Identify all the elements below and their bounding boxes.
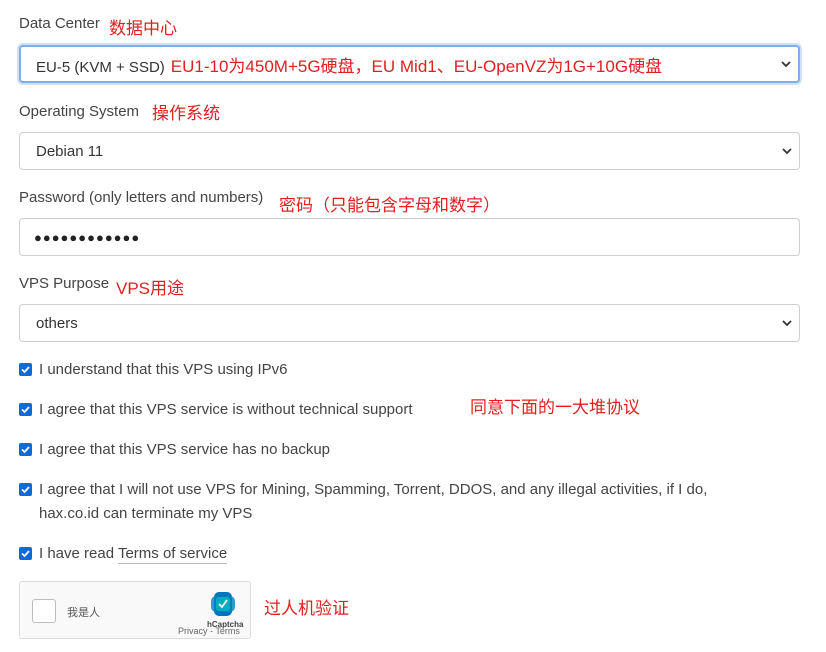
purpose-value: others: [36, 314, 78, 332]
check-icon: [21, 406, 30, 414]
ipv6-checkbox[interactable]: [19, 363, 32, 376]
data-center-label: Data Center: [19, 15, 100, 32]
terms-checkbox-label: I have read Terms of service: [39, 545, 228, 564]
captcha-note: 过人机验证: [264, 599, 349, 618]
data-center-selected-note: EU1-10为450M+5G硬盘，EU Mid1、EU-OpenVZ为1G+10…: [170, 56, 663, 76]
check-icon: [21, 366, 30, 374]
check-icon: [21, 446, 30, 454]
password-label: Password (only letters and numbers): [19, 189, 264, 206]
terms-of-service-link[interactable]: Terms of service: [117, 545, 228, 564]
password-field[interactable]: ●●●●●●●●●●●●: [19, 218, 800, 256]
purpose-label: VPS Purpose: [19, 275, 110, 292]
captcha-privacy-terms-links[interactable]: Privacy - Terms: [178, 626, 240, 636]
password-value: ●●●●●●●●●●●●: [34, 229, 141, 245]
purpose-select[interactable]: others: [19, 304, 800, 342]
no-backup-checkbox-label: I agree that this VPS service has no bac…: [39, 441, 330, 458]
purpose-note: VPS用途: [116, 279, 185, 298]
hcaptcha-logo-icon: [211, 592, 235, 616]
check-icon: [21, 486, 30, 494]
no-abuse-checkbox[interactable]: [19, 483, 32, 496]
no-abuse-checkbox-label-line2: hax.co.id can terminate my VPS: [39, 505, 253, 522]
no-abuse-checkbox-label-line1: I agree that I will not use VPS for Mini…: [39, 481, 708, 498]
os-value: Debian 11: [36, 142, 104, 160]
password-note: 密码（只能包含字母和数字）: [279, 196, 500, 215]
os-label: Operating System: [19, 103, 140, 120]
ipv6-checkbox-label: I understand that this VPS using IPv6: [39, 361, 288, 378]
check-icon: [21, 550, 30, 558]
terms-checkbox[interactable]: [19, 547, 32, 560]
captcha-checkbox[interactable]: [32, 599, 56, 623]
no-support-checkbox[interactable]: [19, 403, 32, 416]
hcaptcha-widget: 我是人 hCaptcha Privacy - Terms: [19, 581, 251, 639]
chevron-down-icon: [781, 61, 791, 68]
chevron-down-icon: [782, 320, 792, 327]
captcha-label: 我是人: [67, 607, 100, 619]
data-center-select[interactable]: EU-5 (KVM + SSD) EU1-10为450M+5G硬盘，EU Mid1…: [19, 45, 800, 83]
os-select[interactable]: Debian 11: [19, 132, 800, 170]
no-backup-checkbox[interactable]: [19, 443, 32, 456]
os-note: 操作系统: [152, 104, 220, 123]
data-center-note: 数据中心: [109, 19, 177, 38]
no-support-checkbox-label: I agree that this VPS service is without…: [39, 401, 413, 418]
agreements-note: 同意下面的一大堆协议: [470, 398, 640, 417]
data-center-value: EU-5 (KVM + SSD) EU1-10为450M+5G硬盘，EU Mid1…: [36, 56, 663, 76]
chevron-down-icon: [782, 148, 792, 155]
